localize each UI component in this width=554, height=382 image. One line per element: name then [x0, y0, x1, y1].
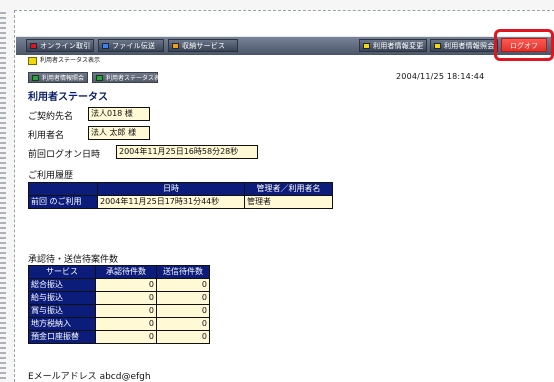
green-square-icon — [96, 75, 103, 81]
history-header-datetime: 日時 — [97, 182, 245, 196]
current-datetime: 2004/11/25 18:14:44 — [396, 72, 485, 81]
table-row: 預金口座振替 0 0 — [28, 330, 210, 344]
email-row: Eメールアドレス abcd@efgh — [28, 369, 151, 382]
pending-approve-count: 0 — [95, 330, 157, 344]
pending-approve-count: 0 — [95, 317, 157, 331]
user-info-change-label: 利用者情報変更 — [373, 42, 424, 50]
nav-user-status-display-label: 利用者ステータス表示 — [106, 75, 167, 82]
pending-service: 総合振込 — [28, 278, 96, 292]
table-row: 給与振込 0 0 — [28, 291, 210, 305]
pending-header-row: サービス 承認待件数 送信待件数 — [28, 265, 210, 279]
yellow-square-icon — [434, 43, 441, 49]
logout-highlight — [494, 29, 554, 61]
pending-approve-count: 0 — [95, 278, 157, 292]
nav-user-info-inquiry-label: 利用者情報照会 — [42, 75, 85, 82]
yellow-square-icon — [363, 43, 370, 49]
user-info-change-button[interactable]: 利用者情報変更 — [359, 39, 427, 52]
pending-header-approve: 承認待件数 — [95, 265, 157, 279]
history-row-user: 管理者 — [244, 195, 333, 209]
orange-square-icon — [172, 43, 179, 49]
left-dashed-border — [0, 12, 6, 381]
table-row: 賞与振込 0 0 — [28, 304, 210, 318]
user-info-inquiry-button[interactable]: 利用者情報照会 — [430, 39, 498, 52]
current-subtab: 利用者ステータス表示 — [28, 56, 100, 66]
pending-send-count: 0 — [156, 304, 210, 318]
pending-service: 預金口座振替 — [28, 330, 96, 344]
pending-send-count: 0 — [156, 291, 210, 305]
table-row: 総合振込 0 0 — [28, 278, 210, 292]
pending-service: 給与振込 — [28, 291, 96, 305]
pending-approve-count: 0 — [95, 291, 157, 305]
file-transfer-label: ファイル伝送 — [112, 42, 156, 50]
online-trading-button[interactable]: オンライン取引 — [26, 39, 94, 52]
red-square-icon — [30, 43, 37, 49]
user-info-inquiry-label: 利用者情報照会 — [444, 42, 495, 50]
pending-send-count: 0 — [156, 317, 210, 331]
nav-user-status-display[interactable]: 利用者ステータス表示 — [92, 72, 166, 83]
history-row-datetime: 2004年11月25日17時31分44秒 — [97, 195, 245, 209]
pending-send-count: 0 — [156, 330, 210, 344]
page-title: 利用者ステータス — [28, 92, 108, 103]
nav-user-info-inquiry[interactable]: 利用者情報照会 — [28, 72, 88, 83]
green-square-icon — [32, 75, 39, 81]
payment-service-label: 収納サービス — [182, 42, 226, 50]
current-subtab-label: 利用者ステータス表示 — [40, 57, 101, 64]
user-name-label: 利用者名 — [28, 131, 65, 141]
table-row: 地方税納入 0 0 — [28, 317, 210, 331]
last-logon-label: 前回ログオン日時 — [28, 150, 101, 160]
pending-service: 賞与振込 — [28, 304, 96, 318]
history-header-row: 日時 管理者／利用者名 — [28, 182, 333, 196]
history-table: 日時 管理者／利用者名 前回 のご利用 2004年11月25日17時31分44秒… — [28, 182, 333, 209]
pending-header-service: サービス — [28, 265, 96, 279]
user-name-value: 法人 太郎 様 — [88, 126, 150, 140]
history-header-blank — [28, 182, 98, 196]
top-toolbar: オンライン取引 ファイル伝送 収納サービス 利用者情報変更 利用者情報照会 — [16, 36, 552, 55]
contract-name-label: ご契約先名 — [28, 112, 74, 122]
pending-send-count: 0 — [156, 278, 210, 292]
online-trading-label: オンライン取引 — [40, 42, 91, 50]
pending-approve-count: 0 — [95, 304, 157, 318]
payment-service-button[interactable]: 収納サービス — [168, 39, 238, 52]
pending-header-send: 送信待件数 — [156, 265, 210, 279]
blue-square-icon — [102, 43, 109, 49]
pending-service: 地方税納入 — [28, 317, 96, 331]
history-header-user: 管理者／利用者名 — [244, 182, 333, 196]
file-transfer-button[interactable]: ファイル伝送 — [98, 39, 164, 52]
history-row: 前回 のご利用 2004年11月25日17時31分44秒 管理者 — [28, 195, 333, 209]
contract-name-value: 法人018 様 — [88, 107, 150, 121]
pending-section-title: 承認待・送信待案件数 — [28, 255, 119, 265]
yellow-square-icon — [28, 56, 37, 65]
pending-table: サービス 承認待件数 送信待件数 総合振込 0 0 給与振込 0 0 賞与振込 … — [28, 265, 210, 344]
last-logon-value: 2004年11月25日16時58分28秒 — [116, 145, 258, 159]
history-section-title: ご利用履歴 — [28, 171, 74, 181]
history-row-kind: 前回 のご利用 — [28, 195, 98, 209]
